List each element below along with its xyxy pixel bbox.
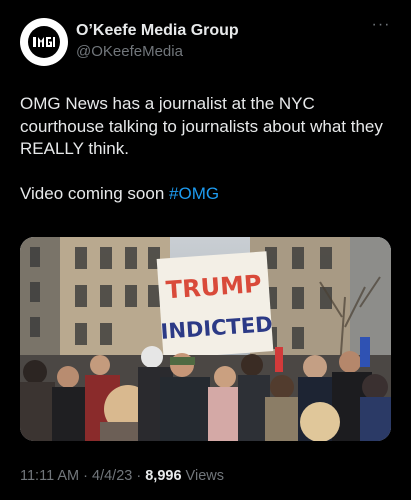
tweet-paragraph-2: Video coming soon #OMG [20, 183, 395, 206]
protest-photo-image: TRUMP INDICTED [20, 237, 391, 441]
omg-logo-icon [28, 26, 60, 58]
author-handle[interactable]: @OKeefeMedia [76, 43, 183, 60]
views-count: 8,996 [145, 468, 182, 484]
tweet-paragraph-1: OMG News has a journalist at the NYC cou… [20, 94, 383, 158]
author-name[interactable]: O’Keefe Media Group [76, 22, 239, 40]
tweet: O’Keefe Media Group @OKeefeMedia ··· OMG… [0, 0, 411, 500]
tweet-metadata: 11:11 AM · 4/4/23 · 8,996 Views [20, 468, 224, 484]
avatar[interactable] [20, 18, 68, 66]
tweet-media-photo[interactable]: TRUMP INDICTED [20, 237, 391, 441]
separator: · [79, 468, 93, 484]
more-options-icon[interactable]: ··· [371, 17, 391, 36]
tweet-date[interactable]: 4/4/23 [92, 468, 132, 484]
hashtag-link[interactable]: #OMG [169, 184, 219, 203]
views-label: Views [181, 468, 224, 484]
tweet-time[interactable]: 11:11 AM [20, 468, 79, 484]
separator: · [132, 468, 146, 484]
tweet-paragraph-2-text: Video coming soon [20, 183, 170, 203]
tweet-text: OMG News has a journalist at the NYC cou… [20, 93, 395, 205]
